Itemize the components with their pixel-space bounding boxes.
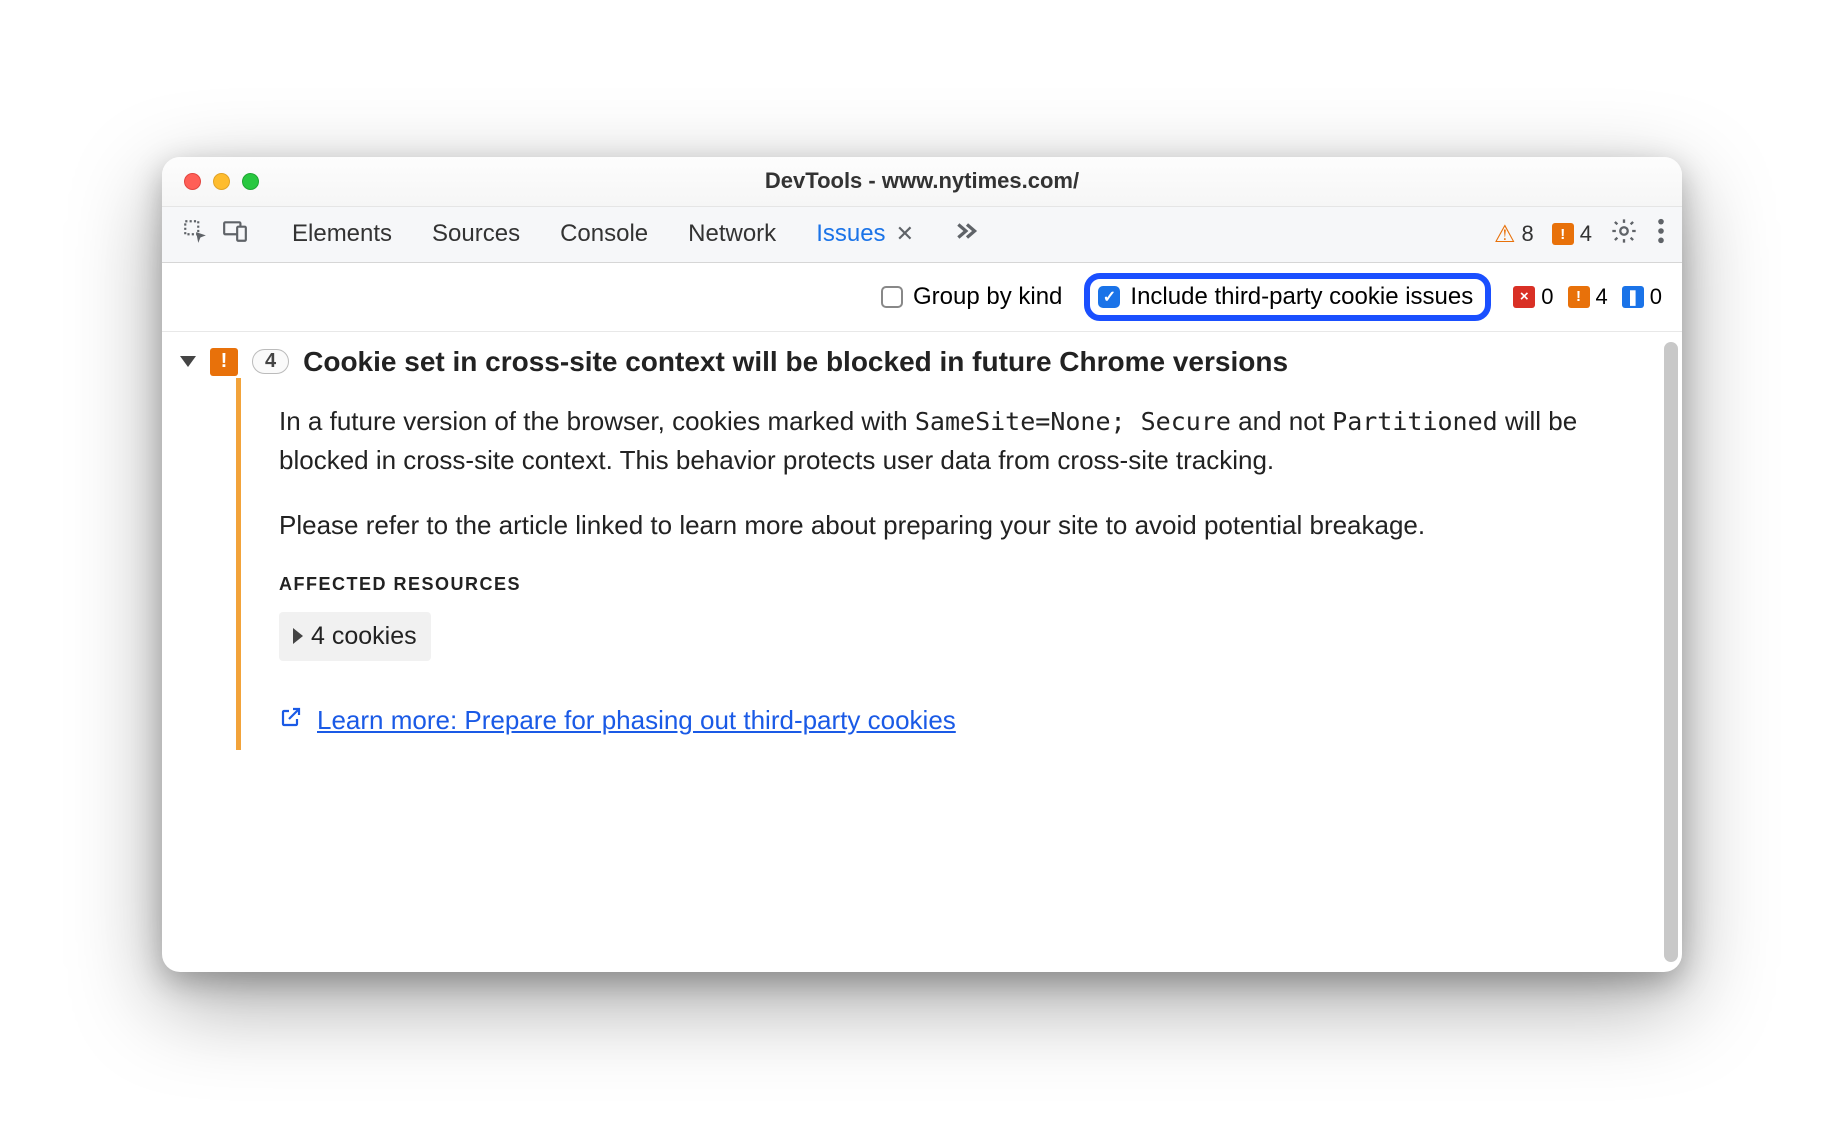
affected-resources-heading: AFFECTED RESOURCES [279,571,1604,598]
checkbox-checked-icon: ✓ [1098,286,1120,308]
collapse-caret-icon[interactable] [180,356,196,367]
tab-sources[interactable]: Sources [432,220,520,248]
tab-console[interactable]: Console [560,220,648,248]
settings-icon[interactable] [1610,217,1638,252]
window-controls [162,173,259,190]
external-link-icon [279,701,303,740]
group-by-kind-label: Group by kind [913,283,1062,311]
include-third-party-label: Include third-party cookie issues [1130,283,1473,311]
issue-details: In a future version of the browser, cook… [236,378,1664,751]
page-errors-count[interactable]: ×0 [1513,284,1553,310]
issue-kind-counts: ×0 !4 ❚0 [1513,284,1662,310]
breaking-change-icon: ! [1552,223,1574,245]
more-options-icon[interactable] [1656,217,1666,252]
breaking-count: 4 [1580,221,1592,247]
breaking-change-icon: ! [210,348,238,376]
code-partitioned: Partitioned [1332,407,1498,436]
more-tabs-icon[interactable] [954,218,980,251]
warning-triangle-icon: ⚠ [1494,220,1516,249]
window-title: DevTools - www.nytimes.com/ [162,168,1682,194]
include-third-party-checkbox[interactable]: ✓ Include third-party cookie issues [1084,273,1491,321]
page-error-icon: × [1513,286,1535,308]
main-toolbar: Elements Sources Console Network Issues … [162,207,1682,263]
device-toolbar-icon[interactable] [222,218,248,251]
issues-badge[interactable]: ! 4 [1552,221,1592,247]
devtools-window: DevTools - www.nytimes.com/ Elements Sou… [162,157,1682,972]
scrollbar-thumb[interactable] [1664,342,1678,962]
issues-panel: ! 4 Cookie set in cross-site context wil… [162,332,1682,972]
issues-filter-bar: Group by kind ✓ Include third-party cook… [162,263,1682,332]
breaking-changes-count[interactable]: !4 [1568,284,1608,310]
minimize-window-button[interactable] [213,173,230,190]
maximize-window-button[interactable] [242,173,259,190]
tab-network[interactable]: Network [688,220,776,248]
improvements-count[interactable]: ❚0 [1622,284,1662,310]
issue-description-2: Please refer to the article linked to le… [279,506,1604,545]
issue-occurrence-count: 4 [252,349,289,374]
learn-more-row: Learn more: Prepare for phasing out thir… [279,701,1604,740]
improvement-icon: ❚ [1622,286,1644,308]
close-window-button[interactable] [184,173,201,190]
titlebar: DevTools - www.nytimes.com/ [162,157,1682,207]
close-tab-icon[interactable]: ✕ [896,221,914,247]
issue-title: Cookie set in cross-site context will be… [303,346,1288,378]
issue-description-1: In a future version of the browser, cook… [279,402,1604,480]
tab-issues-label: Issues [816,220,885,248]
expand-caret-icon [293,628,303,644]
errors-count: 8 [1522,221,1534,247]
breaking-change-icon: ! [1568,286,1590,308]
code-samesite: SameSite=None; Secure [915,407,1231,436]
affected-cookies-label: 4 cookies [311,618,417,656]
errors-badge[interactable]: ⚠ 8 [1494,220,1534,249]
inspect-element-icon[interactable] [182,218,208,251]
affected-cookies-toggle[interactable]: 4 cookies [279,612,431,662]
tab-elements[interactable]: Elements [292,220,392,248]
learn-more-link[interactable]: Learn more: Prepare for phasing out thir… [317,701,956,740]
tab-issues[interactable]: Issues ✕ [816,220,914,248]
checkbox-unchecked-icon [881,286,903,308]
issue-header-row[interactable]: ! 4 Cookie set in cross-site context wil… [180,346,1664,378]
group-by-kind-checkbox[interactable]: Group by kind [881,283,1062,311]
